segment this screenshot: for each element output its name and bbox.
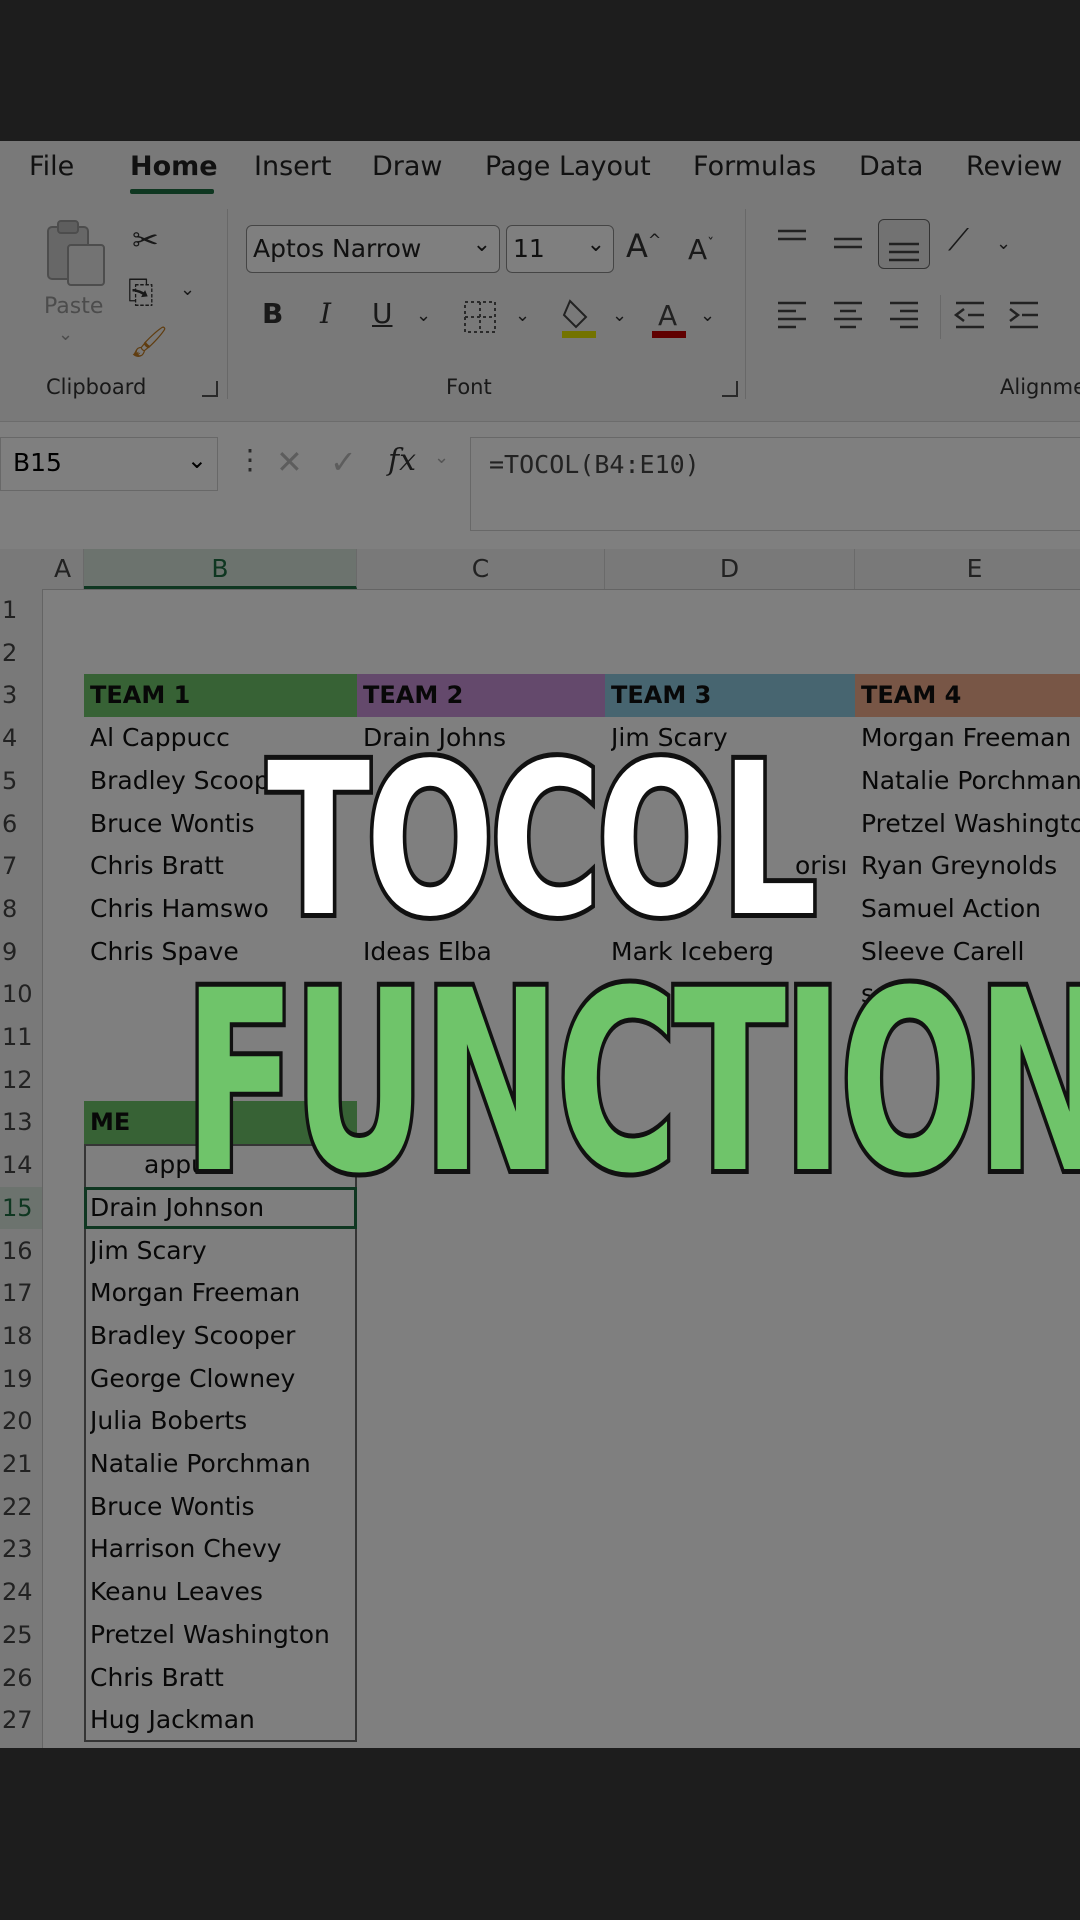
overlay-title-line1: TOCOL [263,713,820,968]
overlay-title-line2: FUNCTION [180,932,1080,1233]
